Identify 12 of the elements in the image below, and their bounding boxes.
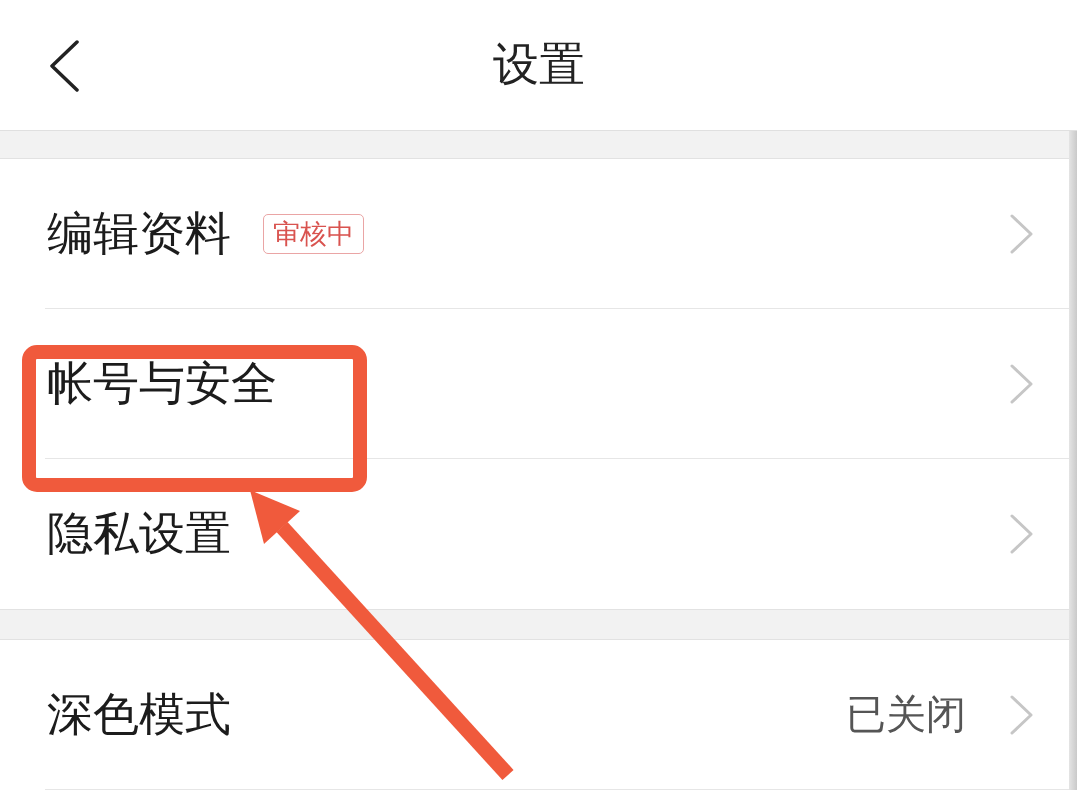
settings-item[interactable]: 深色模式 <box>47 683 231 746</box>
settings-item[interactable]: 隐私设置 <box>47 503 231 565</box>
chevron-right-icon <box>1010 514 1034 554</box>
chevron-right-icon <box>1010 694 1034 735</box>
chevron-right-icon <box>1010 363 1034 404</box>
page-title: 设置 <box>492 36 585 93</box>
setting-value: 已关闭 <box>846 690 966 739</box>
settings-item[interactable]: 编辑资料 <box>47 202 231 265</box>
status-badge: 审核中 <box>263 213 364 254</box>
back-icon[interactable] <box>48 40 80 92</box>
chevron-right-icon <box>1010 213 1034 254</box>
settings-item[interactable]: 帐号与安全 <box>47 352 277 415</box>
